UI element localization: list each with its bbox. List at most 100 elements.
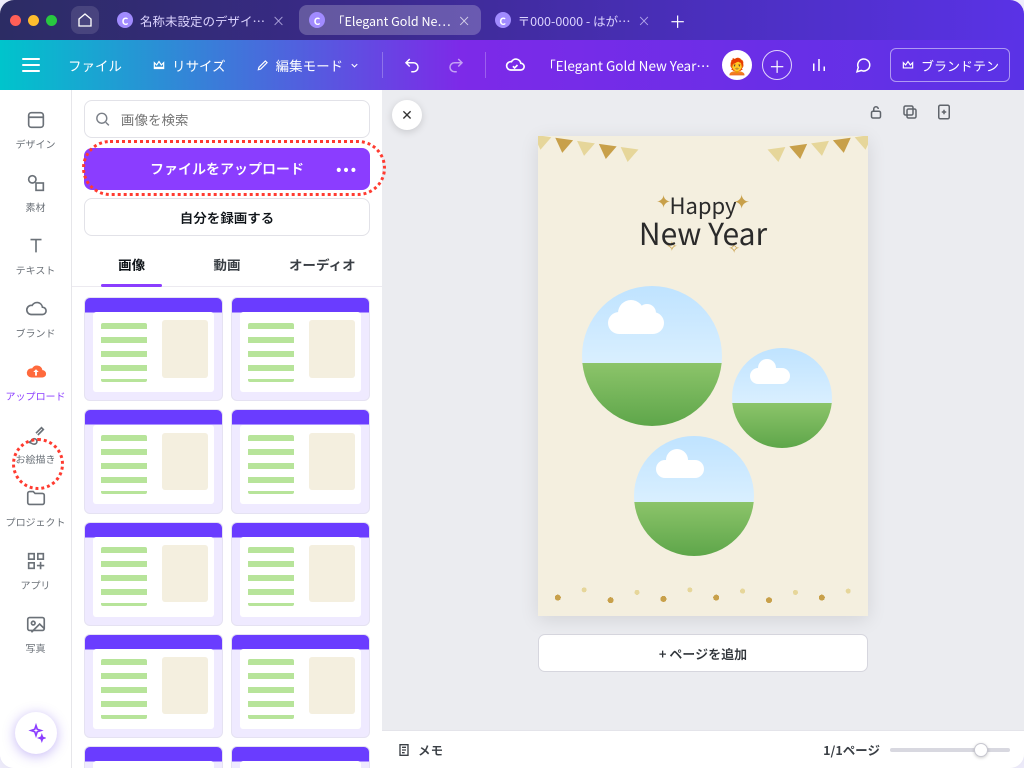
bunting-decor xyxy=(538,136,868,184)
rail-label: アップロード xyxy=(6,388,66,403)
add-page-label: + ページを追加 xyxy=(659,644,747,663)
zoom-track[interactable] xyxy=(890,748,1010,752)
search-input[interactable] xyxy=(84,100,370,138)
record-label: 自分を録画する xyxy=(180,207,275,227)
avatar[interactable]: 🧑‍🦰 xyxy=(722,50,752,80)
resize-label: リサイズ xyxy=(172,55,226,75)
upload-label: ファイルをアップロード xyxy=(150,159,304,179)
share-add-button[interactable]: ＋ xyxy=(762,50,792,80)
browser-tab[interactable]: C 〒000-0000 - はが… × xyxy=(485,5,661,35)
search-icon xyxy=(94,111,111,128)
close-window-icon[interactable] xyxy=(10,15,21,26)
canva-favicon-icon: C xyxy=(495,12,511,28)
brand-label: ブランドテン xyxy=(921,56,999,75)
template-icon xyxy=(24,108,48,132)
rail-label: アプリ xyxy=(21,577,51,592)
upload-more-icon[interactable]: ••• xyxy=(336,159,358,179)
page-indicator[interactable]: 1/1ページ xyxy=(823,740,880,759)
upload-file-button[interactable]: ファイルをアップロード ••• xyxy=(84,148,370,190)
zoom-window-icon[interactable] xyxy=(46,15,57,26)
tab-label: 名称未設定のデザイ… xyxy=(140,11,265,30)
add-page-button[interactable]: + ページを追加 xyxy=(538,634,868,672)
analytics-button[interactable] xyxy=(802,48,836,82)
window-tabstrip: C 名称未設定のデザイ… × C 「Elegant Gold Ne… × C 〒… xyxy=(0,0,1024,40)
bar-chart-icon xyxy=(810,56,828,74)
close-tab-icon[interactable]: × xyxy=(458,11,471,30)
close-tab-icon[interactable]: × xyxy=(638,11,651,30)
brush-icon xyxy=(24,423,48,447)
tab-images[interactable]: 画像 xyxy=(84,244,179,286)
new-tab-button[interactable]: ＋ xyxy=(665,7,691,33)
page-plus-icon xyxy=(935,103,953,121)
design-page[interactable]: ✦ ✦ ✧ ✧ Happy New Year xyxy=(538,136,868,616)
zoom-slider[interactable] xyxy=(890,748,1010,752)
rail-text[interactable]: テキスト xyxy=(0,226,71,287)
pencil-icon xyxy=(256,58,270,72)
comment-button[interactable] xyxy=(846,48,880,82)
upload-cloud-icon xyxy=(24,360,48,384)
tab-videos[interactable]: 動画 xyxy=(179,244,274,286)
brand-template-button[interactable]: ブランドテン xyxy=(890,48,1010,82)
chevron-down-icon xyxy=(349,60,360,71)
notes-icon xyxy=(396,742,412,758)
rail-elements[interactable]: 素材 xyxy=(0,163,71,224)
rail-brand[interactable]: ブランド xyxy=(0,289,71,350)
canvas-scroll[interactable]: ✦ ✦ ✧ ✧ Happy New Year + ページを追加 xyxy=(382,90,1024,730)
duplicate-page-button[interactable] xyxy=(900,102,920,122)
photo-placeholder[interactable] xyxy=(582,286,722,426)
upload-thumbnail[interactable] xyxy=(84,746,223,768)
redo-button[interactable] xyxy=(439,48,473,82)
upload-thumbnail[interactable] xyxy=(84,634,223,738)
browser-tab[interactable]: C 名称未設定のデザイ… × xyxy=(107,5,295,35)
lock-page-button[interactable] xyxy=(866,102,886,122)
image-icon xyxy=(24,612,48,636)
document-title[interactable]: 「Elegant Gold New Year's Eve」で… xyxy=(542,55,712,75)
redo-icon xyxy=(447,56,465,74)
upload-thumbnail[interactable] xyxy=(231,746,370,768)
tab-audio[interactable]: オーディオ xyxy=(275,244,370,286)
cloud-sync-button[interactable] xyxy=(498,48,532,82)
rail-projects[interactable]: プロジェクト xyxy=(0,478,71,539)
minimize-window-icon[interactable] xyxy=(28,15,39,26)
upload-thumbnail[interactable] xyxy=(231,297,370,401)
home-button[interactable] xyxy=(71,6,99,34)
zoom-thumb-icon[interactable] xyxy=(974,743,988,757)
rail-design[interactable]: デザイン xyxy=(0,100,71,161)
collapse-panel-button[interactable]: ✕ xyxy=(392,100,422,130)
add-page-inline-button[interactable] xyxy=(934,102,954,122)
browser-tab[interactable]: C 「Elegant Gold Ne… × xyxy=(299,5,481,35)
file-menu[interactable]: ファイル xyxy=(58,48,132,82)
uploads-thumbnails[interactable] xyxy=(72,287,382,768)
canva-favicon-icon: C xyxy=(309,12,325,28)
rail-uploads[interactable]: アップロード xyxy=(0,352,71,413)
menu-button[interactable] xyxy=(14,48,48,82)
rail-photos[interactable]: 写真 xyxy=(0,604,71,665)
upload-thumbnail[interactable] xyxy=(84,297,223,401)
photo-placeholder[interactable] xyxy=(732,348,832,448)
upload-thumbnail[interactable] xyxy=(231,634,370,738)
rail-label: ブランド xyxy=(16,325,56,340)
search-field xyxy=(84,100,370,138)
undo-button[interactable] xyxy=(395,48,429,82)
canva-favicon-icon: C xyxy=(117,12,133,28)
rail-draw[interactable]: お絵描き xyxy=(0,415,71,476)
photo-placeholder[interactable] xyxy=(634,436,754,556)
notes-button[interactable]: メモ xyxy=(396,740,443,759)
rail-apps[interactable]: アプリ xyxy=(0,541,71,602)
notes-label: メモ xyxy=(418,740,443,759)
upload-thumbnail[interactable] xyxy=(231,522,370,626)
resize-button[interactable]: リサイズ xyxy=(142,48,236,82)
cloud-check-icon xyxy=(505,55,525,75)
close-tab-icon[interactable]: × xyxy=(272,11,285,30)
happy-new-year-text[interactable]: Happy New Year xyxy=(538,194,868,249)
file-label: ファイル xyxy=(68,55,122,75)
app-window: C 名称未設定のデザイ… × C 「Elegant Gold Ne… × C 〒… xyxy=(0,0,1024,768)
rail-label: テキスト xyxy=(16,262,56,277)
crown-icon xyxy=(901,58,915,72)
record-yourself-button[interactable]: 自分を録画する xyxy=(84,198,370,236)
upload-thumbnail[interactable] xyxy=(231,409,370,513)
upload-thumbnail[interactable] xyxy=(84,409,223,513)
magic-button[interactable] xyxy=(15,712,57,754)
edit-mode-button[interactable]: 編集モード xyxy=(246,48,371,82)
upload-thumbnail[interactable] xyxy=(84,522,223,626)
